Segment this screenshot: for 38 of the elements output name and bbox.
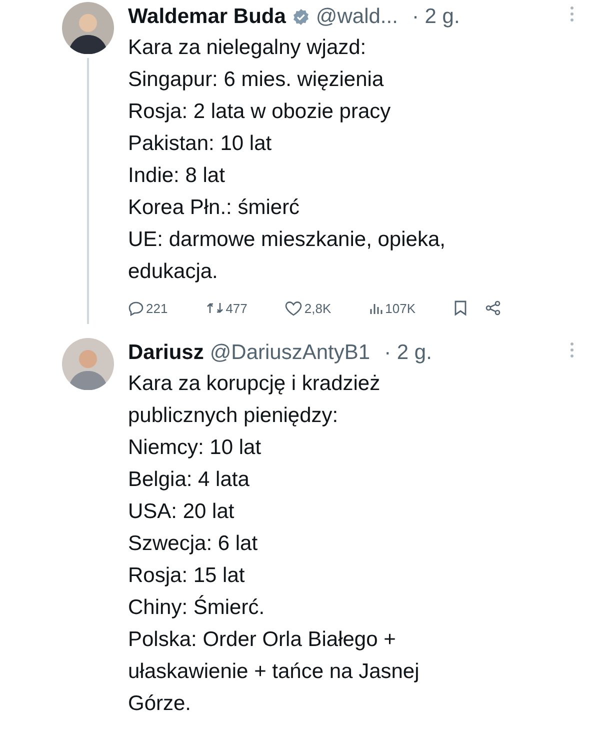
author-handle[interactable]: @wald... (316, 2, 398, 32)
tweet-text: Korea Płn.: śmierć (128, 195, 301, 221)
bookmark-icon (454, 300, 467, 316)
reply-button[interactable]: 221 (128, 300, 168, 316)
author-name[interactable]: Dariusz (128, 338, 204, 368)
tweet-text: USA: 20 lat (128, 499, 236, 525)
avatar[interactable] (62, 2, 114, 54)
tweet-text: Rosja: 15 lat (128, 563, 246, 589)
tweet-text: Belgia: 4 lata (128, 467, 250, 493)
tweet-text: Polska: Order Orla Białego + (128, 627, 397, 653)
tweet-text: ułaskawienie + tańce na Jasnej (128, 659, 420, 685)
timestamp[interactable]: · 2 g. (384, 338, 432, 368)
tweet-text: Singapur: 6 mies. więzienia (128, 67, 385, 93)
tweet-text: Indie: 8 lat (128, 163, 226, 189)
bookmark-button[interactable] (454, 300, 467, 316)
tweet-text: Kara za korupcję i kradzież (128, 371, 382, 397)
views-button[interactable]: 107K (369, 300, 416, 316)
tweet-text: Szwecja: 6 lat (128, 531, 259, 557)
tweet-text: Chiny: Śmierć. (128, 594, 266, 621)
share-icon (484, 300, 501, 316)
tweet-text: Górze. (128, 691, 192, 717)
bar-chart-icon (369, 301, 384, 315)
like-button[interactable]: 2,8K (285, 300, 332, 316)
share-button[interactable] (484, 300, 501, 316)
repost-button[interactable]: 477 (206, 300, 248, 316)
tweet-text: Rosja: 2 lata w obozie pracy (128, 99, 392, 125)
reply-icon (128, 300, 144, 316)
tweet-text: UE: darmowe mieszkanie, opieka, (128, 227, 446, 253)
author-name[interactable]: Waldemar Buda (128, 2, 286, 32)
author-handle[interactable]: @DariuszAntyB1 (210, 338, 370, 368)
tweet-text: Kara za nielegalny wjazd: (128, 35, 368, 61)
heart-icon (285, 300, 302, 316)
tweet-text: edukacja. (128, 259, 219, 285)
tweet-text: Pakistan: 10 lat (128, 131, 273, 157)
tweet-text: Niemcy: 10 lat (128, 435, 262, 461)
timestamp[interactable]: · 2 g. (412, 2, 460, 32)
repost-icon (206, 301, 224, 315)
tweet-text: publicznych pieniędzy: (128, 403, 340, 429)
